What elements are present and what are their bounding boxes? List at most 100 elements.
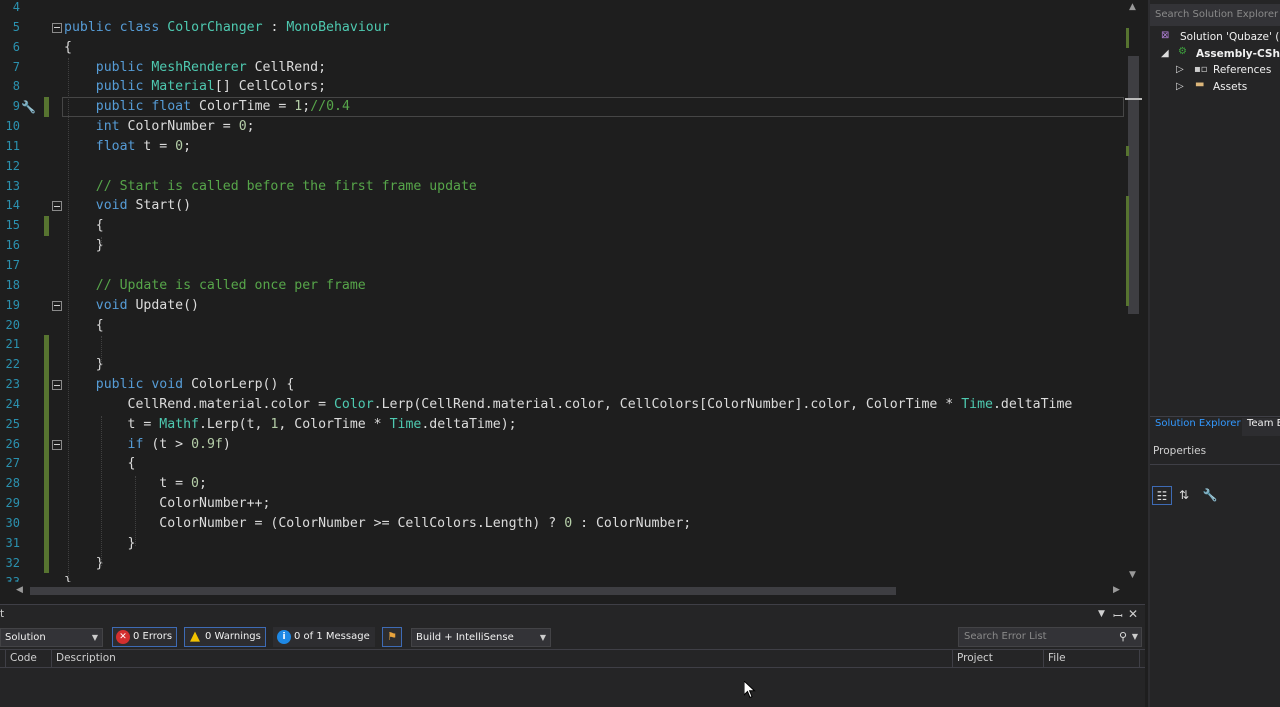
- code-text[interactable]: float t = 0;: [64, 137, 191, 157]
- code-line[interactable]: 8 public Material[] CellColors;: [0, 77, 1125, 97]
- messages-filter-button[interactable]: i 0 of 1 Message: [273, 627, 375, 647]
- code-line[interactable]: 21: [0, 335, 1125, 356]
- scroll-down-arrow-icon[interactable]: ▼: [1129, 570, 1136, 580]
- code-text[interactable]: CellRend.material.color = Color.Lerp(Cel…: [64, 395, 1073, 415]
- code-text[interactable]: public float ColorTime = 1;//0.4: [64, 97, 350, 117]
- code-line[interactable]: 24 CellRend.material.color = Color.Lerp(…: [0, 394, 1125, 415]
- code-text[interactable]: t = Mathf.Lerp(t, 1, ColorTime * Time.de…: [64, 415, 517, 435]
- code-text[interactable]: ColorNumber = (ColorNumber >= CellColors…: [64, 514, 691, 534]
- horizontal-scroll-thumb[interactable]: [30, 587, 896, 595]
- code-line[interactable]: 7 public MeshRenderer CellRend;: [0, 58, 1125, 78]
- code-text[interactable]: }: [64, 355, 104, 375]
- warnings-filter-button[interactable]: ▲ 0 Warnings: [184, 627, 266, 647]
- code-line[interactable]: 18 // Update is called once per frame: [0, 276, 1125, 296]
- code-line[interactable]: 10 int ColorNumber = 0;: [0, 117, 1125, 137]
- filter-icon[interactable]: ⚑: [382, 627, 402, 647]
- code-text[interactable]: // Start is called before the first fram…: [64, 177, 477, 197]
- code-line[interactable]: 29 ColorNumber++;: [0, 494, 1125, 514]
- expand-triangle-icon[interactable]: ▷: [1176, 64, 1184, 75]
- column-description[interactable]: Description: [56, 652, 116, 664]
- scroll-right-arrow-icon[interactable]: ▶: [1113, 585, 1120, 595]
- assets-node[interactable]: Assets: [1213, 81, 1247, 93]
- code-text[interactable]: {: [64, 316, 104, 336]
- vertical-scroll-thumb[interactable]: [1128, 56, 1139, 314]
- code-text[interactable]: {: [64, 454, 136, 474]
- code-line[interactable]: 23 public void ColorLerp() {: [0, 375, 1125, 395]
- tab-solution-explorer[interactable]: Solution Explorer: [1155, 418, 1241, 429]
- pin-icon[interactable]: ꟷ: [1113, 607, 1123, 624]
- fold-toggle-icon[interactable]: [52, 201, 62, 212]
- solution-explorer-search-input[interactable]: Search Solution Explorer (Ctrl+;): [1150, 4, 1280, 26]
- code-line[interactable]: 4: [0, 0, 1125, 18]
- code-line[interactable]: 12: [0, 157, 1125, 177]
- fold-toggle-icon[interactable]: [52, 439, 62, 450]
- code-line[interactable]: 22 }: [0, 355, 1125, 376]
- code-text[interactable]: ColorNumber++;: [64, 494, 270, 514]
- fold-toggle-icon[interactable]: [52, 380, 62, 391]
- fold-toggle-icon[interactable]: [52, 300, 62, 311]
- column-separator[interactable]: [1043, 650, 1044, 667]
- code-line[interactable]: 13 // Start is called before the first f…: [0, 177, 1125, 197]
- code-text[interactable]: public void ColorLerp() {: [64, 375, 295, 395]
- code-text[interactable]: }: [64, 534, 136, 554]
- code-line[interactable]: 15 {: [0, 216, 1125, 237]
- build-filter-select[interactable]: Build + IntelliSense ▼: [411, 628, 551, 647]
- close-icon[interactable]: ✕: [1128, 607, 1138, 621]
- quick-action-wrench-icon[interactable]: 🔧: [21, 98, 36, 118]
- code-line[interactable]: 6{: [0, 38, 1125, 58]
- code-text[interactable]: public MeshRenderer CellRend;: [64, 58, 326, 78]
- code-text[interactable]: int ColorNumber = 0;: [64, 117, 255, 137]
- code-text[interactable]: }: [64, 554, 104, 574]
- code-text[interactable]: if (t > 0.9f): [64, 435, 231, 455]
- code-text[interactable]: void Start(): [64, 196, 191, 216]
- column-file[interactable]: File: [1048, 652, 1066, 664]
- project-node[interactable]: Assembly-CSharp: [1196, 48, 1280, 60]
- scope-select[interactable]: Solution ▼: [0, 628, 103, 647]
- collapse-triangle-icon[interactable]: ◢: [1161, 48, 1169, 59]
- alphabetical-icon[interactable]: ⇅: [1174, 486, 1194, 505]
- code-lines[interactable]: 4 5 public class ColorChanger : MonoBehavi…: [0, 0, 1125, 593]
- code-line[interactable]: 11 float t = 0;: [0, 137, 1125, 157]
- code-line[interactable]: 🔧 9 public float ColorTime = 1;//0.4: [0, 97, 1125, 118]
- code-editor[interactable]: 4 5 public class ColorChanger : MonoBehavi…: [0, 0, 1145, 600]
- code-line[interactable]: 16 }: [0, 236, 1125, 256]
- property-pages-icon[interactable]: 🔧: [1200, 486, 1220, 505]
- code-line[interactable]: 32 }: [0, 553, 1125, 574]
- code-line[interactable]: 17: [0, 256, 1125, 276]
- code-text[interactable]: {: [64, 38, 72, 58]
- code-line[interactable]: 14 void Start(): [0, 196, 1125, 216]
- categorized-icon[interactable]: ☷: [1152, 486, 1172, 505]
- error-list-search-input[interactable]: Search Error List ⚲ ▼: [958, 627, 1142, 647]
- code-line[interactable]: 20 {: [0, 316, 1125, 336]
- errors-filter-button[interactable]: ✕ 0 Errors: [112, 627, 178, 647]
- column-separator[interactable]: [5, 650, 6, 667]
- code-line[interactable]: 26 if (t > 0.9f): [0, 434, 1125, 455]
- code-text[interactable]: public Material[] CellColors;: [64, 77, 326, 97]
- column-project[interactable]: Project: [957, 652, 993, 664]
- code-text[interactable]: }: [64, 236, 104, 256]
- column-separator[interactable]: [952, 650, 953, 667]
- window-menu-icon[interactable]: ▼: [1098, 609, 1105, 619]
- scroll-up-arrow-icon[interactable]: ▲: [1129, 2, 1136, 12]
- scroll-left-arrow-icon[interactable]: ◀: [16, 585, 23, 595]
- code-line[interactable]: 28 t = 0;: [0, 474, 1125, 495]
- column-separator[interactable]: [51, 650, 52, 667]
- code-line[interactable]: 5 public class ColorChanger : MonoBehavio…: [0, 18, 1125, 38]
- expand-triangle-icon[interactable]: ▷: [1176, 81, 1184, 92]
- code-line[interactable]: 31 }: [0, 533, 1125, 554]
- code-text[interactable]: public class ColorChanger : MonoBehaviou…: [64, 18, 390, 38]
- column-code[interactable]: Code: [10, 652, 37, 664]
- fold-toggle-icon[interactable]: [52, 22, 62, 33]
- tab-team-explorer[interactable]: Team Explorer: [1242, 418, 1280, 436]
- code-text[interactable]: void Update(): [64, 296, 199, 316]
- error-icon: ✕: [116, 630, 130, 644]
- code-text[interactable]: // Update is called once per frame: [64, 276, 366, 296]
- code-text[interactable]: {: [64, 216, 104, 236]
- references-node[interactable]: References: [1213, 64, 1271, 76]
- code-line[interactable]: 25 t = Mathf.Lerp(t, 1, ColorTime * Time…: [0, 414, 1125, 435]
- solution-node[interactable]: Solution 'Qubaze' (1: [1180, 31, 1280, 43]
- code-line[interactable]: 27 {: [0, 454, 1125, 475]
- code-line[interactable]: 19 void Update(): [0, 296, 1125, 316]
- code-line[interactable]: 30 ColorNumber = (ColorNumber >= CellCol…: [0, 513, 1125, 534]
- column-separator[interactable]: [1139, 650, 1140, 667]
